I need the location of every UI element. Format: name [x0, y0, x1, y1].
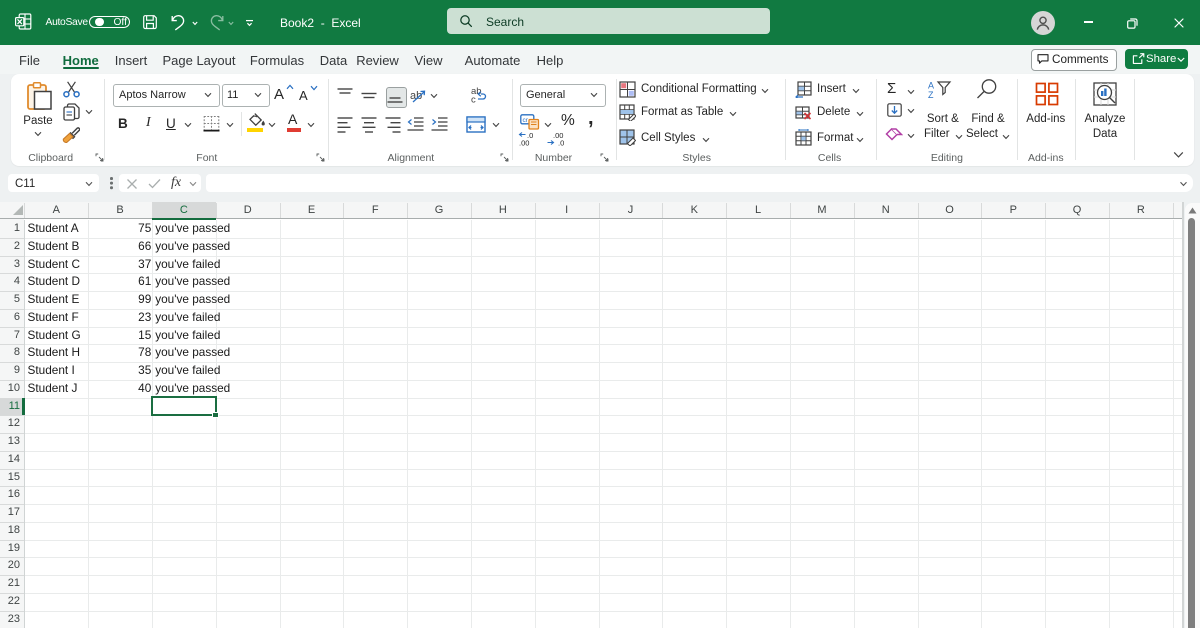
- svg-text:c: c: [471, 95, 476, 105]
- svg-text:cr: cr: [523, 117, 529, 124]
- svg-text:.0: .0: [558, 139, 564, 147]
- svg-text:Z: Z: [928, 90, 934, 99]
- svg-text:.00: .00: [519, 139, 529, 147]
- svg-text:A: A: [928, 81, 934, 91]
